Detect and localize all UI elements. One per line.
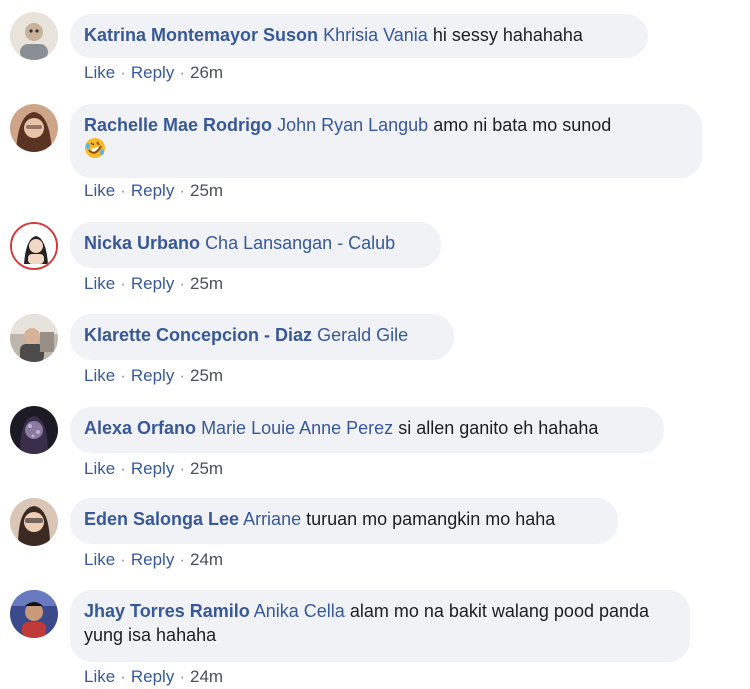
comment-author[interactable]: Alexa Orfano [84,418,196,438]
comment-author[interactable]: Jhay Torres Ramilo [84,601,250,621]
comment-timestamp[interactable]: 25m [190,459,223,478]
like-link[interactable]: Like [84,667,115,686]
reply-link[interactable]: Reply [131,181,174,200]
separator-dot: · [179,181,185,200]
comment-bubble: Katrina Montemayor Suson Khrisia Vania h… [70,14,648,58]
avatar[interactable] [10,104,58,152]
reply-link[interactable]: Reply [131,366,174,385]
comment-actions: Like · Reply · 25m [84,274,223,294]
comment-bubble: Nicka Urbano Cha Lansangan - Calub [70,222,441,268]
comment-author[interactable]: Nicka Urbano [84,233,200,253]
separator-dot: · [179,366,185,385]
like-link[interactable]: Like [84,550,115,569]
comment-author[interactable]: Katrina Montemayor Suson [84,25,318,45]
separator-dot: · [179,274,185,293]
comment-actions: Like · Reply · 25m [84,459,223,479]
comment-author[interactable]: Klarette Concepcion - Diaz [84,325,312,345]
like-link[interactable]: Like [84,181,115,200]
comment-actions: Like · Reply · 26m [84,63,223,83]
separator-dot: · [120,181,126,200]
comment-actions: Like · Reply · 25m [84,366,223,386]
comment-timestamp[interactable]: 24m [190,667,223,686]
comment-mention[interactable]: John Ryan Langub [277,115,428,135]
like-link[interactable]: Like [84,274,115,293]
like-link[interactable]: Like [84,459,115,478]
comment-text: si allen ganito eh hahaha [398,418,599,438]
comment-mention[interactable]: Gerald Gile [317,325,408,345]
comment-timestamp[interactable]: 26m [190,63,223,82]
comment-timestamp[interactable]: 25m [190,274,223,293]
comment-bubble: Eden Salonga Lee Arriane turuan mo paman… [70,498,618,544]
comment-timestamp[interactable]: 24m [190,550,223,569]
comment-bubble: Klarette Concepcion - Diaz Gerald Gile [70,314,454,360]
comment-mention[interactable]: Arriane [243,509,301,529]
reply-link[interactable]: Reply [131,63,174,82]
comment-bubble: Alexa Orfano Marie Louie Anne Perez si a… [70,407,664,453]
comment-timestamp[interactable]: 25m [190,366,223,385]
reply-link[interactable]: Reply [131,274,174,293]
comment-author[interactable]: Eden Salonga Lee [84,509,239,529]
avatar[interactable] [10,406,58,454]
separator-dot: · [120,459,126,478]
comment-timestamp[interactable]: 25m [190,181,223,200]
separator-dot: · [179,459,185,478]
comment-text: turuan mo pamangkin mo haha [306,509,556,529]
comment-actions: Like · Reply · 25m [84,181,223,201]
rolling-laughing-emoji [84,137,106,159]
avatar[interactable] [10,222,58,270]
separator-dot: · [120,274,126,293]
comment-author[interactable]: Rachelle Mae Rodrigo [84,115,272,135]
reply-link[interactable]: Reply [131,550,174,569]
separator-dot: · [120,63,126,82]
reply-link[interactable]: Reply [131,667,174,686]
like-link[interactable]: Like [84,63,115,82]
avatar[interactable] [10,590,58,638]
comment-actions: Like · Reply · 24m [84,550,223,570]
comment-bubble: Rachelle Mae Rodrigo John Ryan Langub am… [70,104,702,178]
avatar[interactable] [10,12,58,60]
comment-mention[interactable]: Marie Louie Anne Perez [201,418,393,438]
separator-dot: · [179,550,185,569]
reply-link[interactable]: Reply [131,459,174,478]
comment-mention[interactable]: Khrisia Vania [323,25,428,45]
comment-mention[interactable]: Cha Lansangan - Calub [205,233,395,253]
comment-bubble: Jhay Torres Ramilo Anika Cella alam mo n… [70,590,690,662]
separator-dot: · [179,63,185,82]
avatar[interactable] [10,498,58,546]
comment-text: amo ni bata mo sunod [433,115,612,135]
comment-text: hi sessy hahahaha [432,25,583,45]
separator-dot: · [179,667,185,686]
avatar[interactable] [10,314,58,362]
separator-dot: · [120,667,126,686]
comment-actions: Like · Reply · 24m [84,667,223,687]
comment-mention[interactable]: Anika Cella [254,601,345,621]
separator-dot: · [120,550,126,569]
like-link[interactable]: Like [84,366,115,385]
separator-dot: · [120,366,126,385]
